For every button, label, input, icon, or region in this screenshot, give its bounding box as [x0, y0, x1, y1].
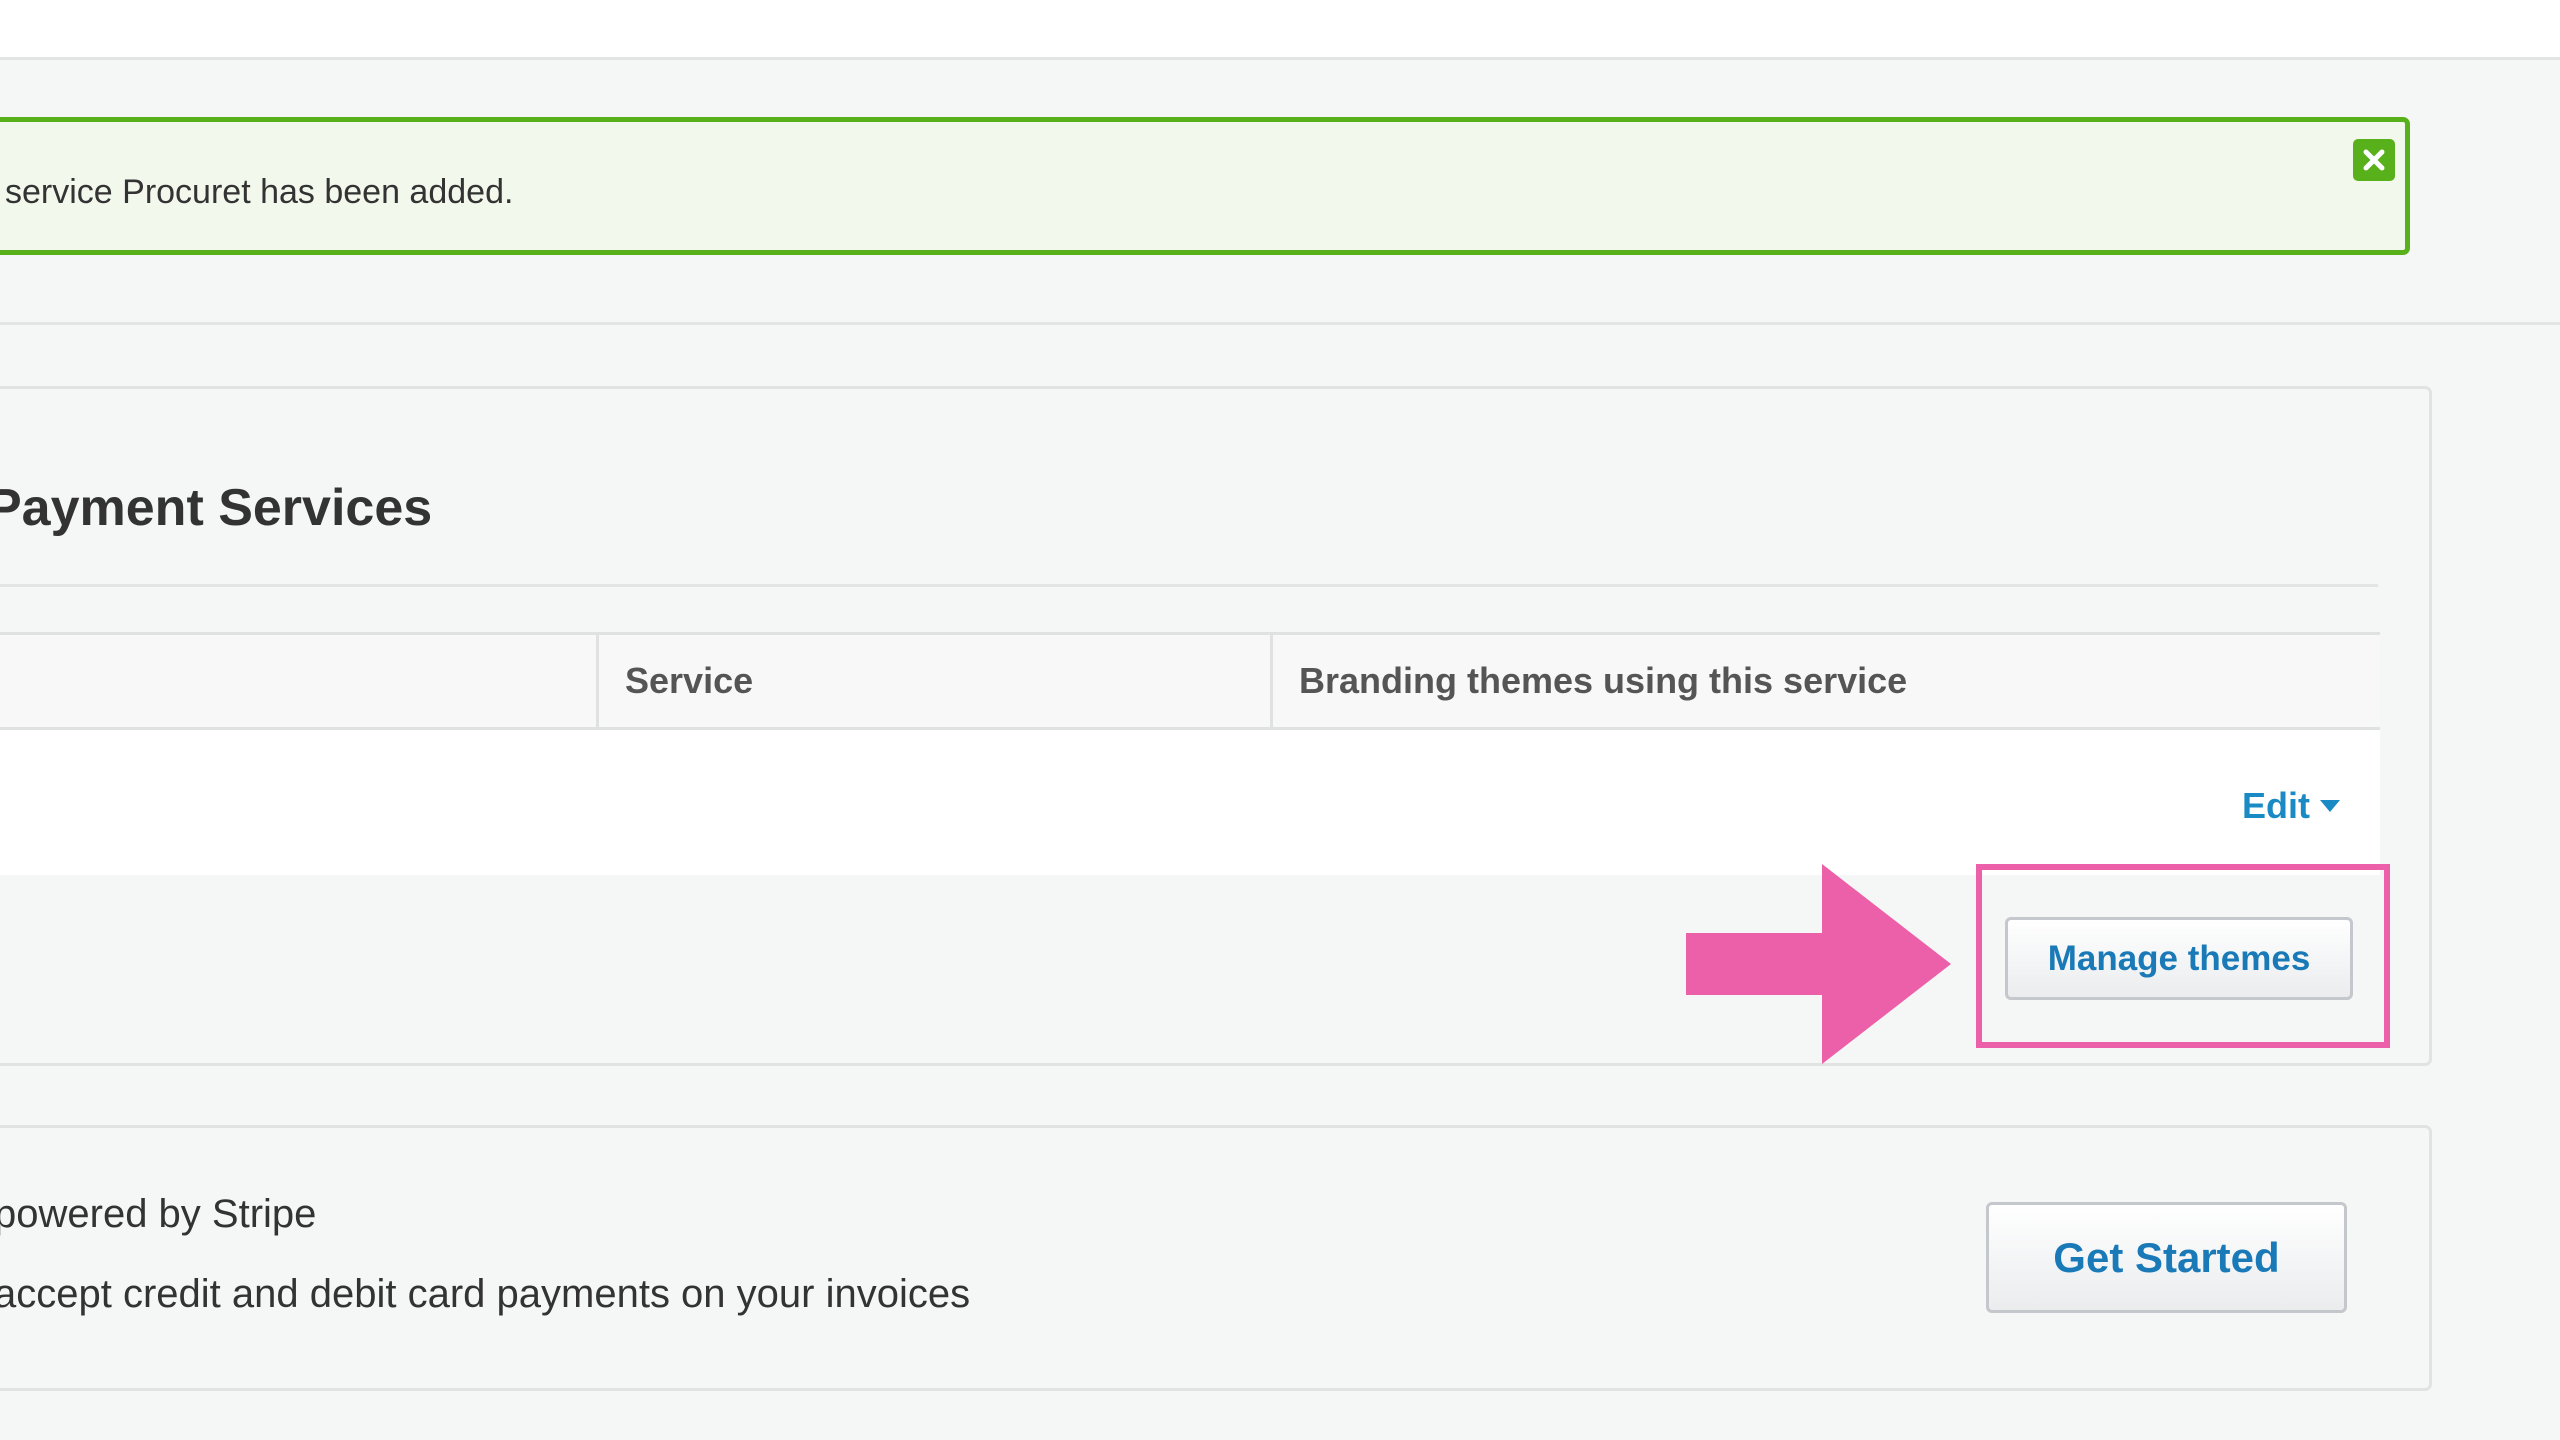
stripe-title: powered by Stripe — [0, 1192, 317, 1236]
column-header-name — [0, 635, 596, 727]
close-icon — [2363, 149, 2385, 171]
table-header: Service Branding themes using this servi… — [0, 632, 2380, 730]
top-bar — [0, 0, 2560, 60]
caret-down-icon — [2320, 800, 2340, 812]
title-divider — [0, 584, 2378, 587]
close-notification-button[interactable] — [2353, 139, 2395, 181]
column-header-service: Service — [596, 635, 1270, 727]
table-row — [0, 730, 2380, 875]
get-started-button[interactable]: Get Started — [1986, 1202, 2347, 1313]
edit-dropdown[interactable]: Edit — [2242, 785, 2340, 827]
manage-themes-button[interactable]: Manage themes — [2005, 917, 2353, 1000]
stripe-description: accept credit and debit card payments on… — [0, 1272, 971, 1316]
column-header-branding-themes: Branding themes using this service — [1270, 635, 2380, 727]
section-title: Payment Services — [0, 479, 433, 537]
notification-message: service Procuret has been added. — [5, 173, 514, 211]
success-notification: service Procuret has been added. — [0, 117, 2410, 255]
edit-label: Edit — [2242, 785, 2310, 826]
